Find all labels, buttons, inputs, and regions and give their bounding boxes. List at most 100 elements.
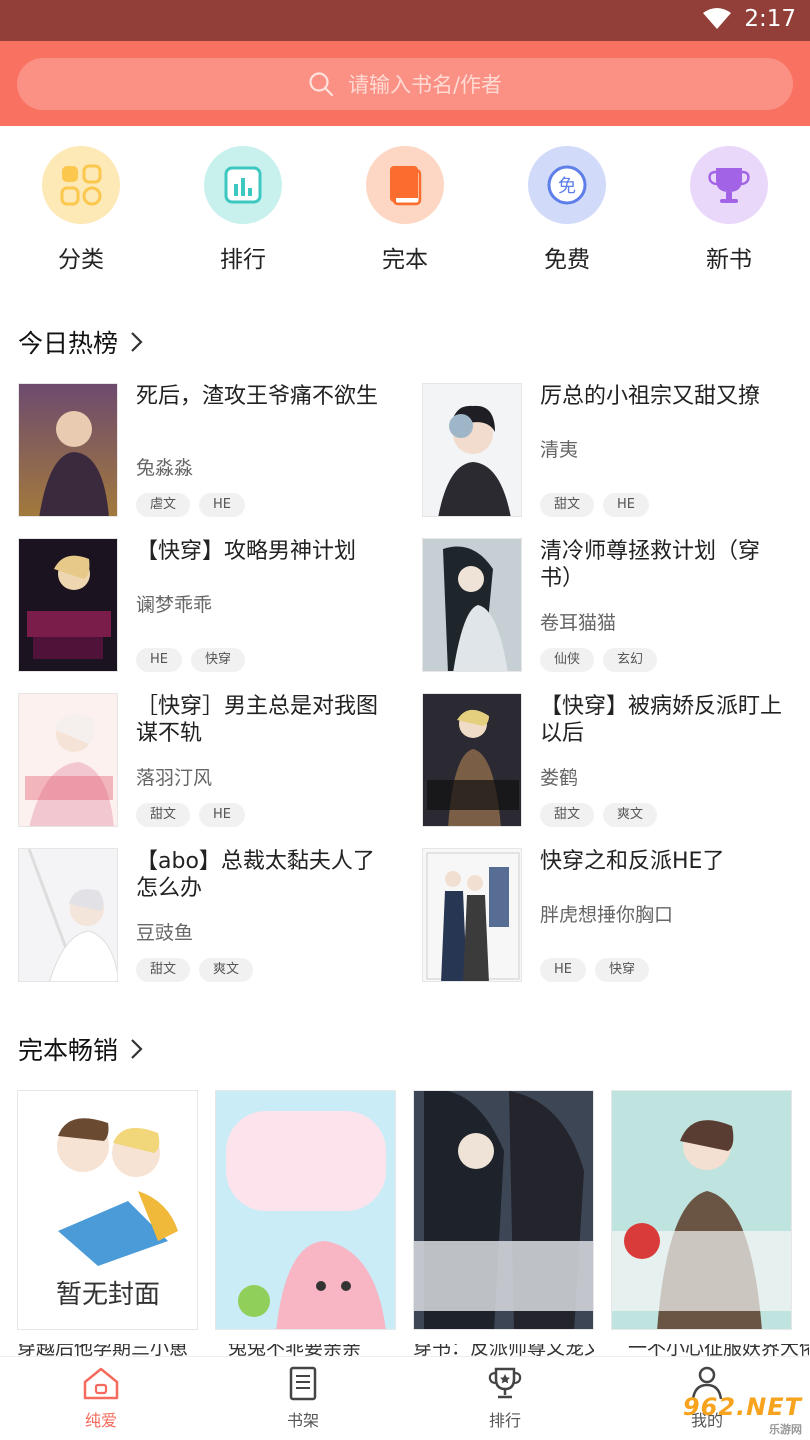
watermark-logo: 962.NET 乐游网	[683, 1393, 802, 1437]
tag: HE	[199, 493, 246, 517]
nav-label: 纯爱	[84, 1411, 117, 1430]
complete-section-header[interactable]: 完本畅销	[18, 1031, 144, 1067]
book-title: 【快穿】攻略男神计划	[136, 539, 357, 564]
book-cover	[422, 693, 522, 827]
tag: 甜文	[540, 493, 595, 517]
tag: HE	[136, 648, 182, 672]
nav-label: 排行	[488, 1411, 521, 1430]
book-author: 卷耳猫猫	[540, 612, 617, 634]
chevron-right-icon	[131, 332, 143, 352]
book-item[interactable]: 快穿之和反派HE了 胖虎想捶你胸口 HE 快穿	[422, 848, 802, 983]
book-cover	[422, 383, 522, 517]
book-cover	[422, 848, 522, 982]
tag: 仙侠	[540, 648, 595, 672]
book-author: 胖虎想捶你胸口	[540, 904, 674, 926]
book-cover	[18, 848, 118, 982]
book-cover	[18, 693, 118, 827]
tag: 快穿	[595, 958, 650, 982]
book-cover	[216, 1091, 395, 1329]
quick-nav-label: 排行	[220, 247, 266, 273]
book-tags: 虐文 HE	[136, 493, 246, 517]
book-title: ［快穿］男主总是对我图谋不轨	[136, 694, 379, 746]
nav-bookshelf[interactable]: 书架	[258, 1365, 348, 1431]
book-tags: 仙侠 玄幻	[540, 648, 658, 672]
quick-nav: 分类 排行 完本 免 免费 新书	[0, 146, 810, 276]
book-tags: HE 快穿	[540, 958, 650, 982]
book-cover-card[interactable]	[215, 1090, 396, 1330]
tag: 玄幻	[603, 648, 658, 672]
quick-nav-label: 分类	[58, 247, 104, 273]
book-cover	[18, 538, 118, 672]
book-cover-card[interactable]	[611, 1090, 792, 1330]
book-author: 娄鹤	[540, 767, 579, 789]
book-title: 【快穿】被病娇反派盯上以后	[540, 694, 783, 746]
tag: 甜文	[136, 958, 191, 982]
bookshelf-icon	[289, 1366, 317, 1401]
book-cover-card[interactable]: 暂无封面	[17, 1090, 198, 1330]
book-cover	[422, 538, 522, 672]
book-title: 死后，渣攻王爷痛不欲生	[136, 384, 379, 409]
book-author: 谰梦乖乖	[136, 594, 213, 616]
quick-nav-complete[interactable]: 完本	[355, 146, 455, 274]
book-item[interactable]: 【快穿】被病娇反派盯上以后 娄鹤 甜文 爽文	[422, 693, 802, 828]
book-author: 清夷	[540, 439, 579, 461]
section-title: 今日热榜	[18, 329, 119, 358]
tag: HE	[603, 493, 650, 517]
book-item[interactable]: 【快穿】攻略男神计划 谰梦乖乖 HE 快穿	[18, 538, 398, 673]
book-cover: 暂无封面	[18, 1091, 197, 1329]
book-tags: 甜文 HE	[136, 803, 246, 827]
tag: 爽文	[603, 803, 658, 827]
book-author: 兔淼淼	[136, 457, 194, 479]
tag: 甜文	[540, 803, 595, 827]
book-item[interactable]: 【abo】总裁太黏夫人了怎么办 豆豉鱼 甜文 爽文	[18, 848, 398, 983]
search-header: 请输入书名/作者	[0, 41, 810, 126]
book-title: 清冷师尊拯救计划（穿书）	[540, 539, 761, 591]
search-placeholder: 请输入书名/作者	[347, 73, 503, 97]
no-cover-text: 暂无封面	[56, 1280, 160, 1310]
tag: 甜文	[136, 803, 191, 827]
tag: 快穿	[191, 648, 246, 672]
quick-nav-label: 新书	[706, 247, 752, 273]
nav-ranking[interactable]: 排行	[460, 1365, 550, 1431]
nav-home[interactable]: 纯爱	[56, 1365, 146, 1431]
search-icon	[309, 72, 334, 97]
book-title: 厉总的小祖宗又甜又撩	[540, 384, 761, 409]
status-icons: 2:17	[702, 6, 796, 32]
tag: 爽文	[199, 958, 254, 982]
tag: HE	[199, 803, 246, 827]
book-item[interactable]: ［快穿］男主总是对我图谋不轨 落羽汀风 甜文 HE	[18, 693, 398, 828]
book-cover-card[interactable]	[413, 1090, 594, 1330]
quick-nav-category[interactable]: 分类	[31, 146, 131, 274]
ranking-icon	[204, 146, 282, 224]
book-cover	[612, 1091, 791, 1329]
book-item[interactable]: 厉总的小祖宗又甜又撩 清夷 甜文 HE	[422, 383, 802, 518]
tag: 虐文	[136, 493, 191, 517]
hot-list-header[interactable]: 今日热榜	[18, 324, 144, 360]
svg-text:免: 免	[558, 176, 576, 197]
tag: HE	[540, 958, 586, 982]
book-title: 【abo】总裁太黏夫人了怎么办	[136, 849, 375, 901]
category-icon	[42, 146, 120, 224]
trophy-icon	[488, 1367, 522, 1399]
quick-nav-new[interactable]: 新书	[679, 146, 779, 274]
quick-nav-free[interactable]: 免 免费	[517, 146, 617, 274]
quick-nav-ranking[interactable]: 排行	[193, 146, 293, 274]
book-tags: 甜文 爽文	[540, 803, 658, 827]
book-cover	[18, 383, 118, 517]
trophy-icon	[690, 146, 768, 224]
complete-book-icon	[366, 146, 444, 224]
book-item[interactable]: 死后，渣攻王爷痛不欲生 兔淼淼 虐文 HE	[18, 383, 398, 518]
quick-nav-label: 免费	[544, 247, 590, 273]
nav-label: 书架	[286, 1411, 319, 1430]
chevron-right-icon	[131, 1039, 143, 1059]
quick-nav-label: 完本	[382, 247, 428, 273]
book-item[interactable]: 清冷师尊拯救计划（穿书） 卷耳猫猫 仙侠 玄幻	[422, 538, 802, 673]
status-time: 2:17	[744, 6, 796, 32]
book-author: 落羽汀风	[136, 767, 213, 789]
section-title: 完本畅销	[18, 1036, 119, 1065]
search-input[interactable]: 请输入书名/作者	[17, 58, 793, 110]
watermark-subtext: 乐游网	[769, 1423, 802, 1436]
book-tags: HE 快穿	[136, 648, 246, 672]
book-tags: 甜文 HE	[540, 493, 650, 517]
book-title: 快穿之和反派HE了	[540, 849, 725, 874]
